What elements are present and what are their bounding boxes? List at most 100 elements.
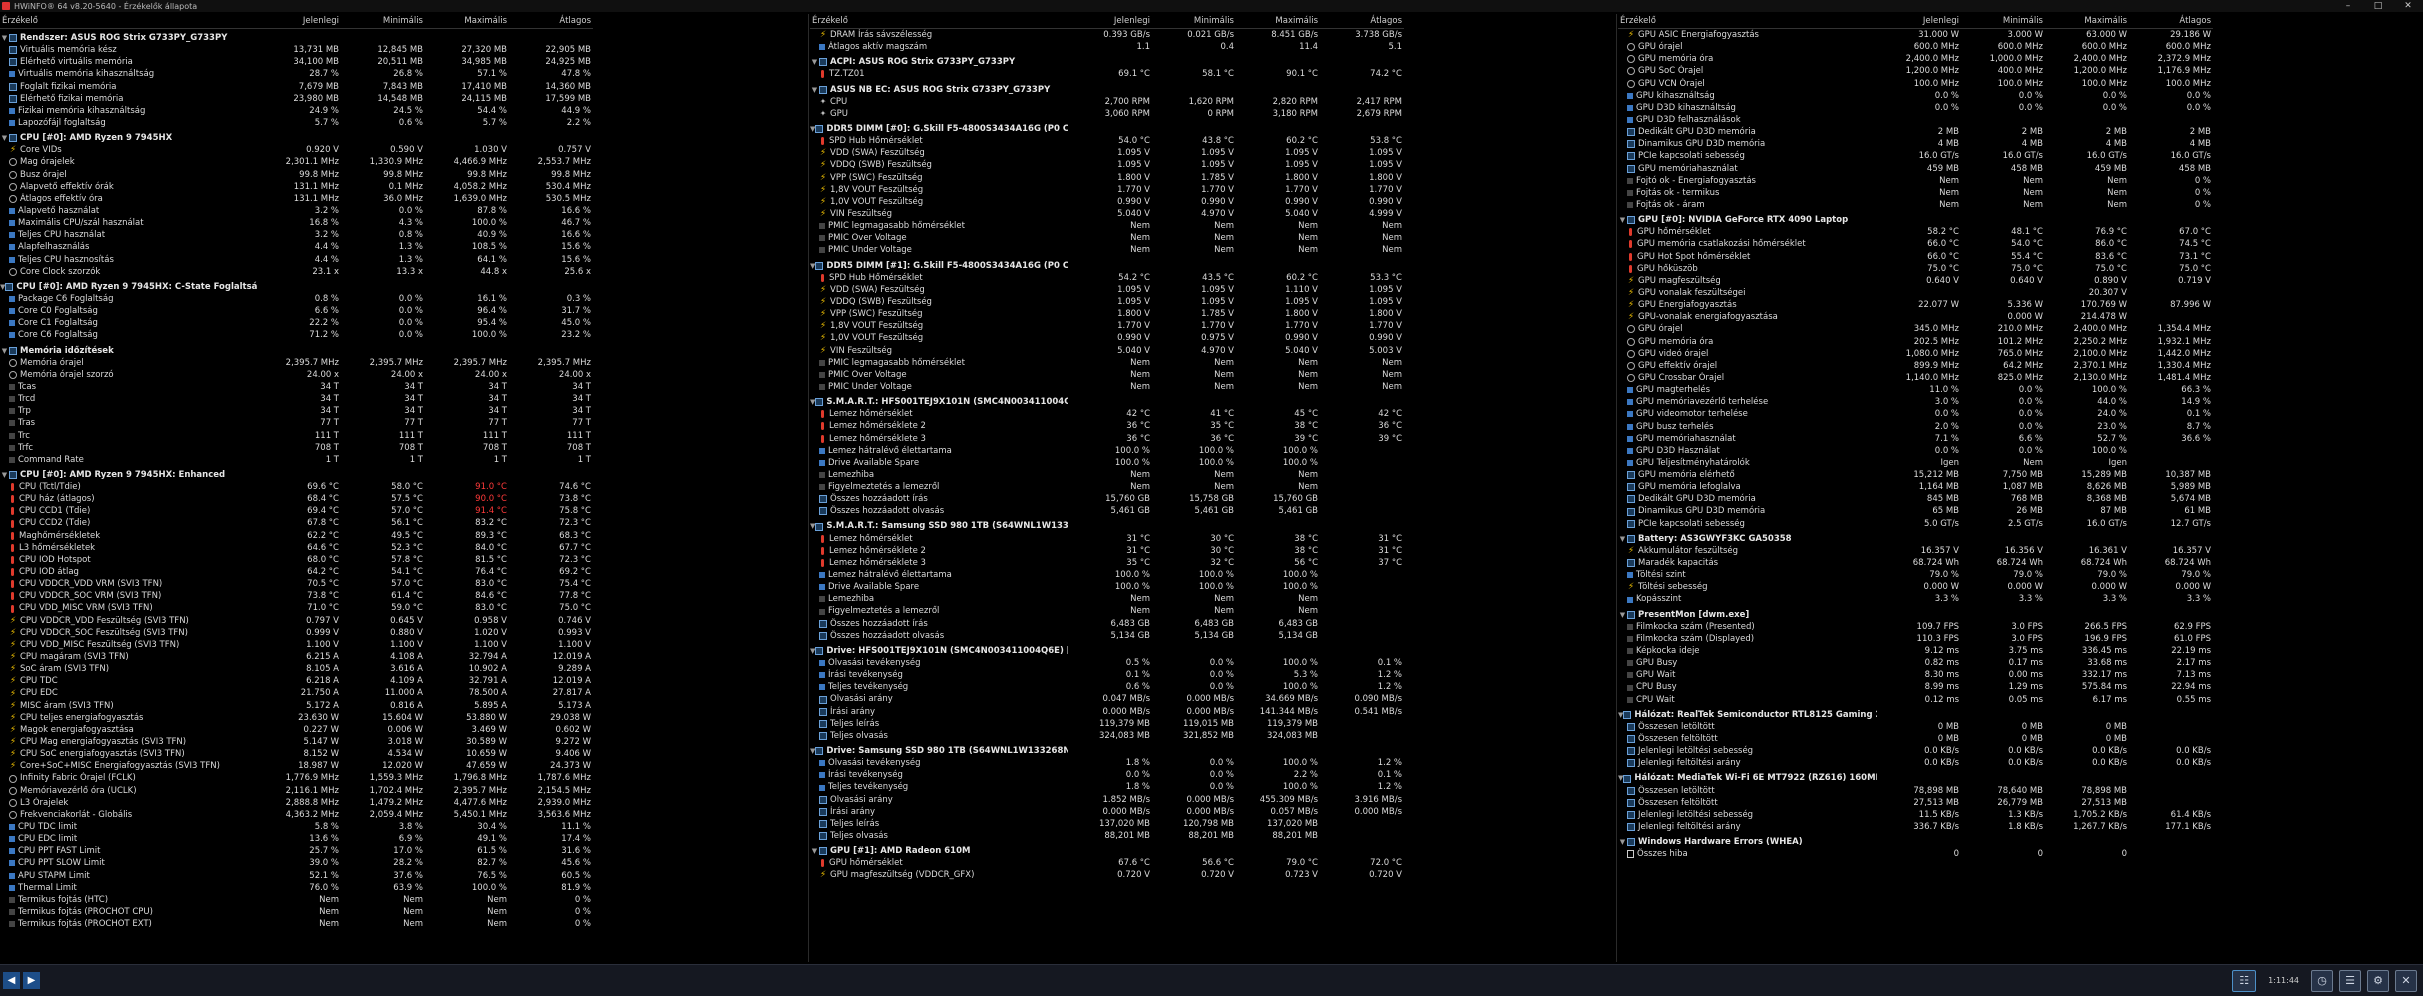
sensor-row[interactable]: Elérhető fizikai memória 23,980 MB 14,548 … xyxy=(0,93,593,105)
column-header[interactable]: Érzékelő Jelenlegi Minimális Maximális Átlag… xyxy=(810,14,1404,29)
sensor-panel-2[interactable]: Érzékelő Jelenlegi Minimális Maximális Átlag… xyxy=(810,14,1404,962)
sensor-row[interactable]: GPU memóriahasználat 459 MB 458 MB 459 MB 45… xyxy=(1618,163,2213,175)
sensor-row[interactable]: GPU effektív órajel 899.9 MHz 64.2 MHz 2,37… xyxy=(1618,360,2213,372)
sensor-row[interactable]: Mag órajelek 2,301.1 MHz 1,330.9 MHz 4,466.… xyxy=(0,156,593,168)
sensor-row[interactable]: GPU hőmérséklet 58.2 °C 48.1 °C 76.9 °C 67.0… xyxy=(1618,226,2213,238)
sensor-group-header[interactable]: ▼ DDR5 DIMM [#0]: G.Skill F5-4800S3434A16… xyxy=(810,123,1404,135)
sensor-row[interactable]: Termikus fojtás (PROCHOT EXT) Nem Nem Nem 0 … xyxy=(0,918,593,930)
settings-icon[interactable]: ⚙ xyxy=(2367,969,2389,992)
close-button[interactable]: ✕ xyxy=(2393,1,2423,11)
sensor-row[interactable]: PMIC legmagasabb hőmérséklet Nem Nem Nem Nem xyxy=(810,357,1404,369)
sensor-row[interactable]: ⚡ GPU vonalak feszültségei 20.307 V xyxy=(1618,287,2213,299)
sensor-row[interactable]: GPU memória óra 202.5 MHz 101.2 MHz 2,250.2… xyxy=(1618,336,2213,348)
sensor-row[interactable]: Összes hozzáadott írás 15,760 GB 15,758 GB… xyxy=(810,493,1404,505)
column-header-sensor[interactable]: Érzékelő xyxy=(810,14,1068,28)
sensor-row[interactable]: GPU memória csatlakozási hőmérséklet 66.0… xyxy=(1618,238,2213,250)
sensor-row[interactable]: GPU memória lefoglalva 1,164 MB 1,087 MB 8,… xyxy=(1618,481,2213,493)
sensor-row[interactable]: Memória órajel 2,395.7 MHz 2,395.7 MHz 2,39… xyxy=(0,357,593,369)
sensor-row[interactable]: ⚡ 1,8V VOUT Feszültség 1.770 V 1.770 V 1.770… xyxy=(810,320,1404,332)
sensor-group-header[interactable]: ▼ PresentMon [dwm.exe] xyxy=(1618,609,2213,621)
sensor-row[interactable]: PMIC Under Voltage Nem Nem Nem Nem xyxy=(810,381,1404,393)
column-header-current[interactable]: Jelenlegi xyxy=(257,14,341,28)
sensor-row[interactable]: CPU CCD1 (Tdie) 69.4 °C 57.0 °C 91.4 °C 75.8… xyxy=(0,505,593,517)
sensor-row[interactable]: ✦ GPU 3,060 RPM 0 RPM 3,180 RPM 2,679 RPM xyxy=(810,108,1404,120)
sensor-row[interactable]: Teljes leírás 119,379 MB 119,015 MB 119,379… xyxy=(810,718,1404,730)
column-header-avg[interactable]: Átlagos xyxy=(509,14,593,28)
sensor-row[interactable]: Infinity Fabric Órajel (FCLK) 1,776.9 MHz… xyxy=(0,772,593,784)
sensor-row[interactable]: Összesen feltöltött 27,513 MB 26,779 MB 27,… xyxy=(1618,797,2213,809)
sensor-row[interactable]: Tras 77 T 77 T 77 T 77 T xyxy=(0,417,593,429)
collapse-icon[interactable]: ▼ xyxy=(1618,533,1627,545)
collapse-icon[interactable]: ▼ xyxy=(1618,836,1627,848)
sensor-row[interactable]: Írási arány 0.000 MB/s 0.000 MB/s 0.057 MB/… xyxy=(810,806,1404,818)
sensor-row[interactable]: GPU Busy 0.82 ms 0.17 ms 33.68 ms 2.17 ms xyxy=(1618,657,2213,669)
sensor-row[interactable]: Maximális CPU/szál használat 16.8 % 4.3 % 1… xyxy=(0,217,593,229)
sensor-group-header[interactable]: ▼ CPU [#0]: AMD Ryzen 9 7945HX: C-State F… xyxy=(0,281,593,293)
sensor-panel-1[interactable]: Érzékelő Jelenlegi Minimális Maximális Átlag… xyxy=(0,14,593,962)
sensor-row[interactable]: GPU Hot Spot hőmérséklet 66.0 °C 55.4 °C 83… xyxy=(1618,251,2213,263)
sensor-row[interactable]: Lemez hőmérséklete 3 36 °C 36 °C 39 °C 39 °C xyxy=(810,433,1404,445)
sensor-row[interactable]: Fojtás ok - termikus Nem Nem Nem 0 % xyxy=(1618,187,2213,199)
sensor-row[interactable]: Maghőmérsékletek 62.2 °C 49.5 °C 89.3 °C 68.… xyxy=(0,530,593,542)
sensor-row[interactable]: Írási arány 0.000 MB/s 0.000 MB/s 141.344 M… xyxy=(810,706,1404,718)
sensor-row[interactable]: Trcd 34 T 34 T 34 T 34 T xyxy=(0,393,593,405)
sensor-row[interactable]: Core C1 Foglaltság 22.2 % 0.0 % 95.4 % 45.0 … xyxy=(0,317,593,329)
sensor-row[interactable]: Command Rate 1 T 1 T 1 T 1 T xyxy=(0,454,593,466)
collapse-icon[interactable]: ▼ xyxy=(1618,214,1627,226)
panel-divider[interactable] xyxy=(1616,14,1617,962)
sensor-row[interactable]: PMIC Over Voltage Nem Nem Nem Nem xyxy=(810,232,1404,244)
column-header-sensor[interactable]: Érzékelő xyxy=(0,14,257,28)
sensor-row[interactable]: ⚡ DRAM Írás sávszélesség 0.393 GB/s 0.021 G… xyxy=(810,29,1404,41)
sensor-row[interactable]: Alapvető használat 3.2 % 0.0 % 87.8 % 16.6 % xyxy=(0,205,593,217)
collapse-icon[interactable]: ▼ xyxy=(810,84,819,96)
collapse-icon[interactable]: ▼ xyxy=(810,56,819,68)
sensor-row[interactable]: Figyelmeztetés a lemezről Nem Nem Nem xyxy=(810,605,1404,617)
maximize-button[interactable]: □ xyxy=(2363,1,2393,11)
sensor-row[interactable]: Lemez hőmérséklet 31 °C 30 °C 38 °C 31 °C xyxy=(810,533,1404,545)
column-header-avg[interactable]: Átlagos xyxy=(2129,14,2213,28)
sensor-panel-3[interactable]: Érzékelő Jelenlegi Minimális Maximális Átlag… xyxy=(1618,14,2213,962)
sensor-row[interactable]: GPU D3D Használat 0.0 % 0.0 % 100.0 % xyxy=(1618,445,2213,457)
sensor-row[interactable]: ⚡ CPU VDDCR_VDD Feszültség (SVI3 TFN) 0.79… xyxy=(0,615,593,627)
sensor-row[interactable]: Teljes olvasás 324,083 MB 321,852 MB 324,08… xyxy=(810,730,1404,742)
sensor-row[interactable]: Teljes tevékenység 1.8 % 0.0 % 100.0 % 1.2 % xyxy=(810,781,1404,793)
sensor-row[interactable]: ⚡ CPU VDDCR_SOC Feszültség (SVI3 TFN) 0.99… xyxy=(0,627,593,639)
sensor-row[interactable]: GPU magterhelés 11.0 % 0.0 % 100.0 % 66.3 % xyxy=(1618,384,2213,396)
sensor-row[interactable]: ⚡ Töltési sebesség 0.000 W 0.000 W 0.000 W 0.… xyxy=(1618,581,2213,593)
sensor-row[interactable]: Dinamikus GPU D3D memória 4 MB 4 MB 4 MB 4 M… xyxy=(1618,138,2213,150)
sensor-row[interactable]: Átlagos effektív óra 131.1 MHz 36.0 MHz 1,6… xyxy=(0,193,593,205)
sensor-row[interactable]: Trc 111 T 111 T 111 T 111 T xyxy=(0,430,593,442)
sensor-row[interactable]: GPU Wait 8.30 ms 0.00 ms 332.17 ms 7.13 ms xyxy=(1618,669,2213,681)
sensor-row[interactable]: Dedikált GPU D3D memória 845 MB 768 MB 8,36… xyxy=(1618,493,2213,505)
sensor-row[interactable]: Összes hozzáadott olvasás 5,461 GB 5,461 G… xyxy=(810,505,1404,517)
sensor-row[interactable]: PCIe kapcsolati sebesség 16.0 GT/s 16.0 GT… xyxy=(1618,150,2213,162)
sensor-row[interactable]: PMIC Under Voltage Nem Nem Nem Nem xyxy=(810,244,1404,256)
sensor-row[interactable]: ⚡ GPU magfeszültség 0.640 V 0.640 V 0.890 V 0… xyxy=(1618,275,2213,287)
sensor-row[interactable]: ⚡ MISC áram (SVI3 TFN) 5.172 A 0.816 A 5.895… xyxy=(0,700,593,712)
panel-divider[interactable] xyxy=(808,14,809,962)
sensor-row[interactable]: Fojtó ok - Energiafogyasztás Nem Nem Nem 0 % xyxy=(1618,175,2213,187)
sensor-row[interactable]: CPU VDDCR_SOC VRM (SVI3 TFN) 73.8 °C 61.4 … xyxy=(0,590,593,602)
sensor-row[interactable]: Jelenlegi feltöltési arány 0.0 KB/s 0.0 KB… xyxy=(1618,757,2213,769)
sensor-row[interactable]: ✦ CPU 2,700 RPM 1,620 RPM 2,820 RPM 2,417 RPM xyxy=(810,96,1404,108)
close-icon[interactable]: ✕ xyxy=(2395,969,2417,992)
sensor-row[interactable]: Jelenlegi letöltési sebesség 11.5 KB/s 1.3… xyxy=(1618,809,2213,821)
sensor-row[interactable]: ⚡ Core+SoC+MISC Energiafogyasztás (SVI3 T… xyxy=(0,760,593,772)
network-icon[interactable]: ☷ xyxy=(2232,969,2257,992)
nav-right-icon[interactable]: ▶ xyxy=(23,972,40,989)
sensor-row[interactable]: Teljes CPU használat 3.2 % 0.8 % 40.9 % 16.6… xyxy=(0,229,593,241)
sensor-row[interactable]: ⚡ GPU magfeszültség (VDDCR_GFX) 0.720 V 0.7… xyxy=(810,869,1404,881)
sensor-row[interactable]: CPU TDC limit 5.8 % 3.8 % 30.4 % 11.1 % xyxy=(0,821,593,833)
sensor-row[interactable]: GPU kihasználtság 0.0 % 0.0 % 0.0 % 0.0 % xyxy=(1618,90,2213,102)
sensor-row[interactable]: CPU EDC limit 13.6 % 6.9 % 49.1 % 17.4 % xyxy=(0,833,593,845)
sensor-row[interactable]: ⚡ VIN Feszültség 5.040 V 4.970 V 5.040 V 4.99… xyxy=(810,208,1404,220)
sensor-row[interactable]: ⚡ 1,0V VOUT Feszültség 0.990 V 0.975 V 0.990… xyxy=(810,332,1404,344)
column-header[interactable]: Érzékelő Jelenlegi Minimális Maximális Átlag… xyxy=(1618,14,2213,29)
sensor-row[interactable]: GPU hőküszöb 75.0 °C 75.0 °C 75.0 °C 75.0 °C xyxy=(1618,263,2213,275)
sensor-group-header[interactable]: ▼ Hálózat: RealTek Semiconductor RTL8125 … xyxy=(1618,709,2213,721)
sensor-row[interactable]: Elérhető virtuális memória 34,100 MB 20,51… xyxy=(0,56,593,68)
sensor-row[interactable]: Teljes leírás 137,020 MB 120,798 MB 137,020… xyxy=(810,818,1404,830)
sensor-row[interactable]: GPU SoC Órajel 1,200.0 MHz 400.0 MHz 1,200.… xyxy=(1618,65,2213,77)
sensor-row[interactable]: Fojtás ok - áram Nem Nem Nem 0 % xyxy=(1618,199,2213,211)
sensor-row[interactable]: Lemez hátralévő élettartama 100.0 % 100.0 … xyxy=(810,445,1404,457)
